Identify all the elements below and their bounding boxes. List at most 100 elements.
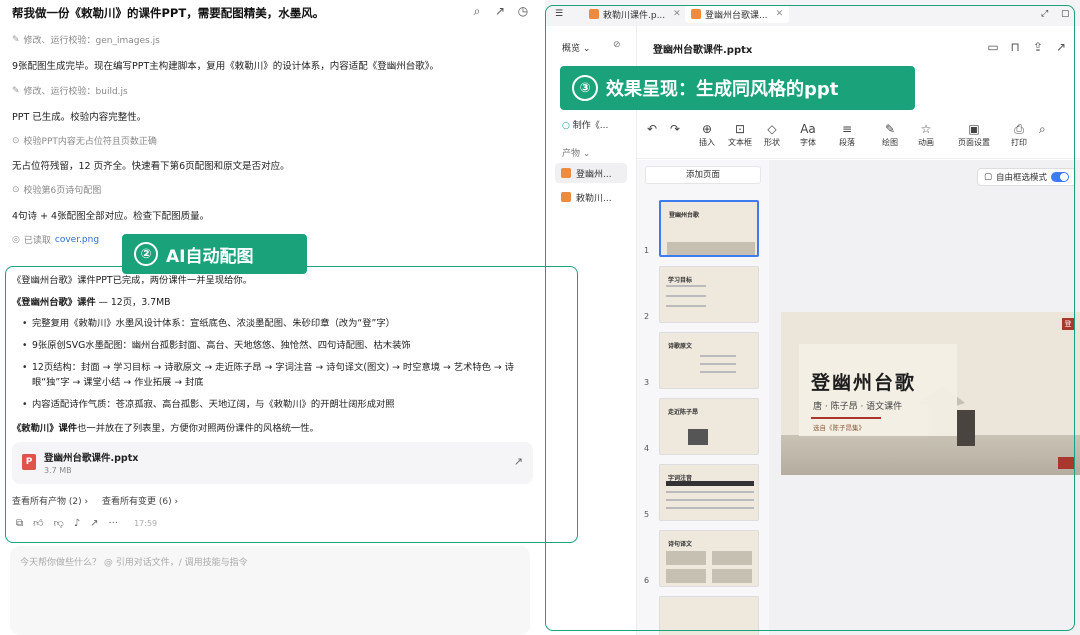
- sidebar-toggle-icon[interactable]: ☰: [549, 5, 569, 23]
- editor-ribbon: ↶ ↷ ⊕ 插入 ⊡ 文本框 ◇ 形状 Aa 字体 ≡ 段落 ✎ 绘图 ☆ 动画 ▣ 页面设置 …: [637, 115, 1080, 159]
- undo-icon[interactable]: ↶: [647, 122, 657, 137]
- thumbs-down-icon[interactable]: 👎︎: [54, 517, 64, 529]
- check-icon: ⊙: [12, 135, 20, 146]
- document-title: 登幽州台歌课件.pptx: [653, 45, 753, 56]
- product-item-dengyouzhou[interactable]: 登幽州...: [555, 163, 627, 183]
- message-paragraph: 无占位符残留，12 页齐全。快速看下第6页配图和原文是否对应。: [12, 161, 290, 172]
- badge-effect: ③ 效果呈现：生成同风格的ppt: [560, 66, 915, 110]
- plus-circle-icon: ⊕: [701, 122, 713, 136]
- slide-preview[interactable]: 登幽州台歌 唐 · 陈子昂 · 语文课件 选自《陈子昂集》 登: [781, 312, 1080, 475]
- view-artifacts-link[interactable]: 查看所有产物 (2) ›: [12, 494, 88, 507]
- bullet-item: 9张原创SVG水墨配图：幽州台孤影封面、高台、天地悠悠、独怆然、四句诗配图、枯木…: [22, 338, 537, 353]
- slide-thumbnail[interactable]: 走近陈子昂: [659, 398, 759, 455]
- history-icon[interactable]: ◷: [516, 4, 530, 18]
- seal-stamp: [1058, 457, 1074, 469]
- bullet-item: 内容适配诗作气质：苍凉孤寂、高台孤影、天地辽阔，与《敕勒川》的开朗壮阔形成对照: [22, 397, 537, 412]
- step-item[interactable]: ✎ 修改、运行校验：build.js: [12, 84, 128, 98]
- ribbon-paragraph[interactable]: ≡ 段落: [839, 122, 855, 148]
- ppt-icon: [691, 9, 701, 19]
- slide-thumbnail[interactable]: 字词注音: [659, 464, 759, 521]
- more-icon[interactable]: ···: [109, 518, 119, 529]
- share-icon[interactable]: ↗: [90, 518, 98, 529]
- tab-chilechuan[interactable]: 敕勒川课件.p... ✕: [583, 5, 687, 23]
- ppt-icon: [561, 192, 571, 202]
- zoom-icon[interactable]: ⌕: [1039, 122, 1046, 137]
- eye-icon: ◎: [12, 234, 20, 245]
- composer-input[interactable]: 今天帮你做些什么？ @ 引用对话文件，/ 调用技能与指令: [10, 546, 530, 635]
- message-actions: ⧉ 👍︎ 👎︎ ♪ ↗ ··· 17:59: [16, 517, 158, 530]
- unpin-icon[interactable]: ⊘: [613, 40, 621, 50]
- overview-dropdown[interactable]: 概览 ⌄: [562, 41, 590, 54]
- ribbon-print[interactable]: ⎙ 打印: [1011, 122, 1027, 148]
- step-item[interactable]: ⊙ 校验PPT内容无占位符且页数正确: [12, 134, 157, 148]
- slide-thumbnail[interactable]: [659, 596, 759, 635]
- ribbon-textbox[interactable]: ⊡ 文本框: [728, 122, 752, 148]
- slide-number: 3: [644, 378, 650, 387]
- step-item[interactable]: ✎ 修改、运行校验：gen_images.js: [12, 33, 160, 47]
- chat-title: 帮我做一份《敕勒川》的课件PPT，需要配图精美，水墨风。: [12, 6, 325, 20]
- read-file-link[interactable]: cover.png: [55, 235, 99, 245]
- tab-dengyouzhou[interactable]: 登幽州台歌课... ✕: [685, 5, 790, 23]
- slide-thumbnail[interactable]: 学习目标: [659, 266, 759, 323]
- tab-bar: ☰ 敕勒川课件.p... ✕ 登幽州台歌课... ✕ ⤢ ▢: [545, 0, 1080, 26]
- read-file-step[interactable]: ◎ 已读取 cover.png: [12, 233, 99, 247]
- view-changes-link[interactable]: 查看所有变更 (6) ›: [102, 494, 178, 507]
- result-tail: 《敕勒川》课件也一并放在了列表里，方便你对照两份课件的风格统一性。: [12, 423, 319, 434]
- step-item[interactable]: ⊙ 校验第6页诗句配图: [12, 183, 101, 197]
- preview-sidebar: 概览 ⌄ ⊘ ○ 制作《... 产物 ⌄ 登幽州... 敕勒川...: [545, 26, 637, 635]
- slide-thumbnail[interactable]: 登幽州台歌: [659, 200, 759, 257]
- slide-number: 2: [644, 312, 650, 321]
- page-setup-icon: ▣: [968, 122, 980, 136]
- copy-icon[interactable]: ⧉: [16, 518, 23, 529]
- ppt-icon: [589, 9, 599, 19]
- slide-number: 1: [644, 246, 650, 255]
- expand-icon[interactable]: ⤢: [1035, 5, 1054, 23]
- share-icon[interactable]: ↗: [493, 4, 507, 18]
- free-select-toggle[interactable]: ▢ 自由框选模式: [976, 168, 1076, 186]
- upload-icon[interactable]: ⇪: [1031, 40, 1045, 54]
- making-item[interactable]: ○ 制作《...: [562, 118, 608, 131]
- product-item-chilechuan[interactable]: 敕勒川...: [555, 187, 627, 207]
- ribbon-insert[interactable]: ⊕ 插入: [699, 122, 715, 148]
- textbox-icon: ⊡: [734, 122, 746, 136]
- products-section[interactable]: 产物 ⌄: [562, 146, 590, 159]
- add-page-button[interactable]: 添加页面: [645, 166, 761, 184]
- ribbon-shapes[interactable]: ◇ 形状: [764, 122, 780, 148]
- message-time: 17:59: [134, 518, 158, 528]
- star-icon: ☆: [920, 122, 932, 136]
- folder-icon[interactable]: ⊓: [1008, 40, 1022, 54]
- pptx-file-icon: P: [22, 454, 36, 470]
- composer-placeholder: 今天帮你做些什么？ @ 引用对话文件，/ 调用技能与指令: [20, 558, 248, 568]
- ribbon-draw[interactable]: ✎ 绘图: [882, 122, 898, 148]
- pencil-icon: ✎: [12, 34, 20, 45]
- ribbon-page-setup[interactable]: ▣ 页面设置: [958, 122, 990, 148]
- thumbs-up-icon[interactable]: 👍︎: [33, 517, 43, 529]
- open-arrow-icon[interactable]: ↗: [514, 455, 523, 468]
- shapes-icon: ◇: [767, 122, 777, 136]
- save-icon[interactable]: ▭: [986, 40, 1000, 54]
- toggle-switch[interactable]: [1051, 172, 1069, 182]
- search-icon[interactable]: ⌕: [470, 4, 484, 18]
- bullet-item: 12页结构：封面 → 学习目标 → 诗歌原文 → 走近陈子昂 → 字词注音 → …: [22, 360, 537, 390]
- file-card[interactable]: P 登幽州台歌课件.pptx 3.7 MB ↗: [12, 442, 533, 484]
- speaker-icon[interactable]: ♪: [74, 518, 80, 529]
- close-icon[interactable]: ✕: [673, 9, 681, 19]
- close-icon[interactable]: ✕: [776, 9, 784, 19]
- gate-illustration: [957, 410, 975, 446]
- share-icon[interactable]: ↗: [1054, 40, 1068, 54]
- redo-icon[interactable]: ↷: [670, 122, 680, 137]
- slide-thumbnail[interactable]: 诗句译文: [659, 530, 759, 587]
- slide-number: 6: [644, 576, 650, 585]
- slide-thumbnail[interactable]: 诗歌原文: [659, 332, 759, 389]
- slide-tag: 选自《陈子昂集》: [813, 424, 865, 432]
- divider: [811, 417, 881, 419]
- seal-stamp: 登: [1062, 318, 1074, 330]
- slide-number: 5: [644, 510, 650, 519]
- slide-subtitle: 唐 · 陈子昂 · 语文课件: [813, 402, 903, 412]
- slide-canvas[interactable]: ▢ 自由框选模式 登幽州台歌 唐 · 陈子昂 · 语文课件 选自《陈子昂集》 登: [769, 160, 1080, 635]
- ribbon-animation[interactable]: ☆ 动画: [918, 122, 934, 148]
- badge-ai-images: ② AI自动配图: [122, 234, 307, 274]
- result-bullets: 完整复用《敕勒川》水墨风设计体系：宣纸底色、浓淡墨配图、朱砂印章（改为“登”字）…: [22, 316, 537, 412]
- ribbon-font[interactable]: Aa 字体: [800, 122, 816, 148]
- window-icon[interactable]: ▢: [1055, 5, 1076, 23]
